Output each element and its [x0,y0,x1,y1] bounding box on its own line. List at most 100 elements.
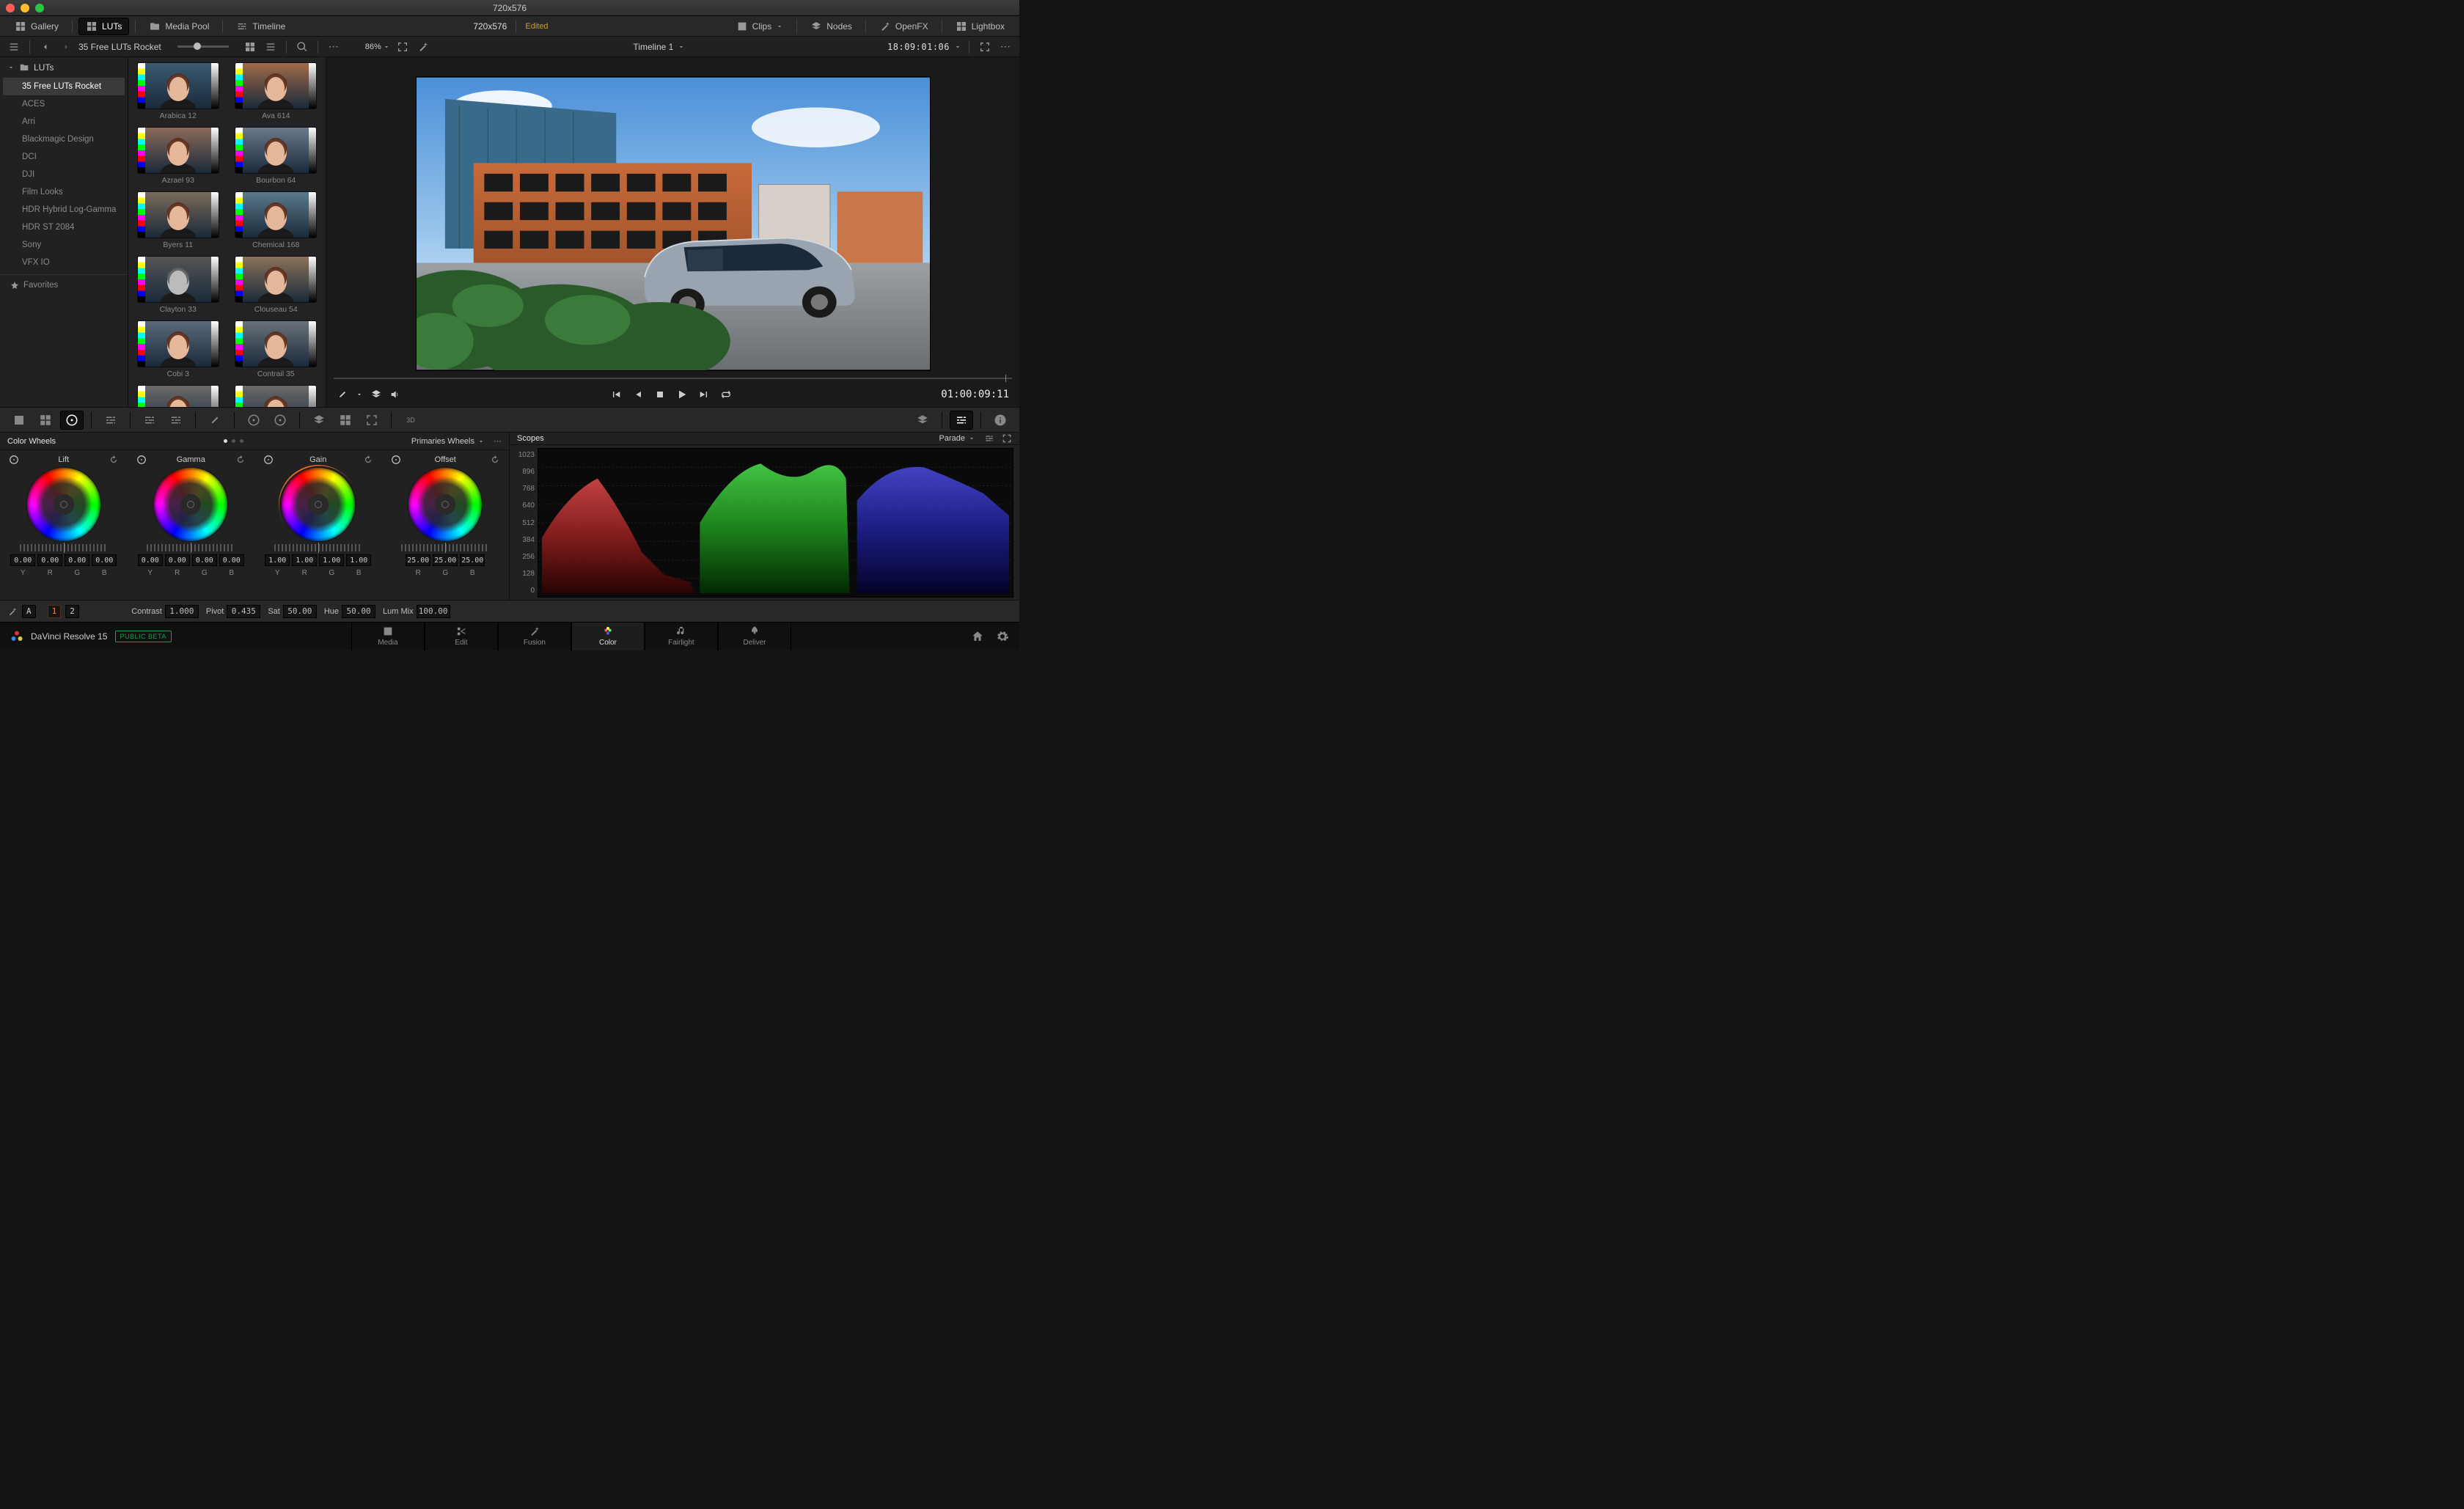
sidebar-item[interactable]: Arri [0,113,128,131]
sidebar-item[interactable]: VFX IO [0,254,128,271]
wheel-value[interactable]: 0.00 [37,554,62,566]
jog-wheel[interactable] [274,544,362,551]
playhead-timecode[interactable]: 01:00:09:11 [941,389,1009,400]
lut-thumbnail[interactable]: Azrael 93 [134,128,222,185]
wheel-value[interactable]: 0.00 [219,554,244,566]
clips-toggle[interactable]: Clips [729,18,791,35]
scopes-mode[interactable]: Parade [939,433,1012,444]
timeline-toggle[interactable]: Timeline [229,18,293,35]
palette-window[interactable] [242,411,265,430]
loop-button[interactable] [720,389,732,400]
wheel-value[interactable]: 0.00 [165,554,190,566]
picker-icon[interactable] [263,455,274,465]
page-fusion[interactable]: Fusion [498,623,571,650]
palette-rgb-mixer[interactable] [99,411,122,430]
step-back-button[interactable] [632,389,644,400]
version-a[interactable]: A [22,605,36,618]
palette-info[interactable] [989,411,1012,430]
lut-thumbnail[interactable]: Bourbon 64 [232,128,320,185]
sidebar-item[interactable]: ACES [0,95,128,113]
palette-eyedropper[interactable] [203,411,227,430]
sidebar-item[interactable]: Film Looks [0,183,128,201]
lut-thumbnail[interactable]: Byers 11 [134,192,222,249]
palette-camera-raw[interactable] [7,411,31,430]
home-button[interactable] [971,630,984,643]
page-fairlight[interactable]: Fairlight [645,623,718,650]
wheels-mode[interactable]: Primaries Wheels⋯ [411,436,502,447]
color-wheel[interactable] [154,468,227,541]
expand-icon[interactable] [1002,433,1012,444]
sidebar-root[interactable]: LUTs [0,57,128,78]
reset-icon[interactable] [490,455,500,465]
viewer-zoom[interactable]: 86% [365,41,390,53]
thumb-size-slider[interactable] [177,45,229,48]
chevron-down-icon[interactable] [954,41,961,53]
prev-clip-button[interactable] [610,389,622,400]
page-edit[interactable]: Edit [425,623,498,650]
openfx-toggle[interactable]: OpenFX [872,18,936,35]
speaker-icon[interactable] [389,389,401,400]
version-1[interactable]: 1 [48,605,62,618]
lut-thumbnail[interactable] [134,386,222,407]
wheel-value[interactable]: 1.00 [265,554,290,566]
view-grid[interactable] [242,39,258,55]
layers-icon[interactable] [370,389,382,400]
viewer-wand[interactable] [415,39,431,55]
palette-3d[interactable]: 3D [399,411,422,430]
sidebar-favorites[interactable]: Favorites [0,274,128,295]
wheel-value[interactable]: 25.00 [460,554,485,566]
chevron-down-icon[interactable] [356,389,363,400]
page-media[interactable]: Media [351,623,425,650]
next-clip-button[interactable] [698,389,710,400]
wheel-value[interactable]: 1.00 [319,554,344,566]
version-2[interactable]: 2 [65,605,79,618]
lut-thumbnail[interactable]: Contrail 35 [232,321,320,378]
lut-thumbnail[interactable]: Clouseau 54 [232,257,320,314]
palette-blur[interactable] [307,411,331,430]
wheel-value[interactable]: 0.00 [10,554,35,566]
palette-scopes[interactable] [950,411,973,430]
timeline-name[interactable]: Timeline 1 [633,42,673,52]
sidebar-item[interactable]: DJI [0,166,128,183]
jog-wheel[interactable] [401,544,489,551]
param-value[interactable]: 1.000 [165,605,199,618]
wheel-value[interactable]: 1.00 [292,554,317,566]
wheel-value[interactable]: 25.00 [433,554,458,566]
eyedropper-icon[interactable] [337,389,348,400]
jog-wheel[interactable] [20,544,108,551]
sidebar-item[interactable]: HDR Hybrid Log-Gamma [0,201,128,219]
page-color[interactable]: Color [571,623,645,650]
lut-thumbnail[interactable]: Chemical 168 [232,192,320,249]
palette-color-match[interactable] [34,411,57,430]
settings-button[interactable] [996,630,1009,643]
color-wheel[interactable] [27,468,100,541]
lut-thumbnail[interactable]: Ava 614 [232,63,320,120]
wheel-value[interactable]: 0.00 [65,554,89,566]
viewer-canvas[interactable] [417,77,930,370]
nav-back[interactable] [37,39,54,55]
viewer-fullscreen[interactable] [977,39,993,55]
param-value[interactable]: 50.00 [283,605,317,618]
palette-tracker[interactable] [268,411,292,430]
lut-thumbnail[interactable]: Arabica 12 [134,63,222,120]
reset-icon[interactable] [363,455,373,465]
wheel-value[interactable]: 0.00 [192,554,217,566]
wheel-value[interactable]: 0.00 [138,554,163,566]
sidebar-item[interactable]: Sony [0,236,128,254]
scope-canvas[interactable] [538,448,1013,598]
color-wheel[interactable] [282,468,355,541]
picker-icon[interactable] [9,455,19,465]
param-value[interactable]: 0.435 [227,605,260,618]
zoom-window[interactable] [35,4,44,12]
project-timecode[interactable]: 18:09:01:06 [887,42,950,52]
lightbox-toggle[interactable]: Lightbox [948,18,1012,35]
lut-thumbnail[interactable] [232,386,320,407]
sliders-icon[interactable] [984,433,994,444]
param-value[interactable]: 50.00 [342,605,375,618]
sidebar-item[interactable]: Blackmagic Design [0,131,128,148]
lut-thumbnail[interactable]: Cobi 3 [134,321,222,378]
sidebar-item[interactable]: HDR ST 2084 [0,219,128,236]
palette-qualifier[interactable] [164,411,188,430]
nodes-toggle[interactable]: Nodes [803,18,859,35]
gallery-toggle[interactable]: Gallery [7,18,66,35]
